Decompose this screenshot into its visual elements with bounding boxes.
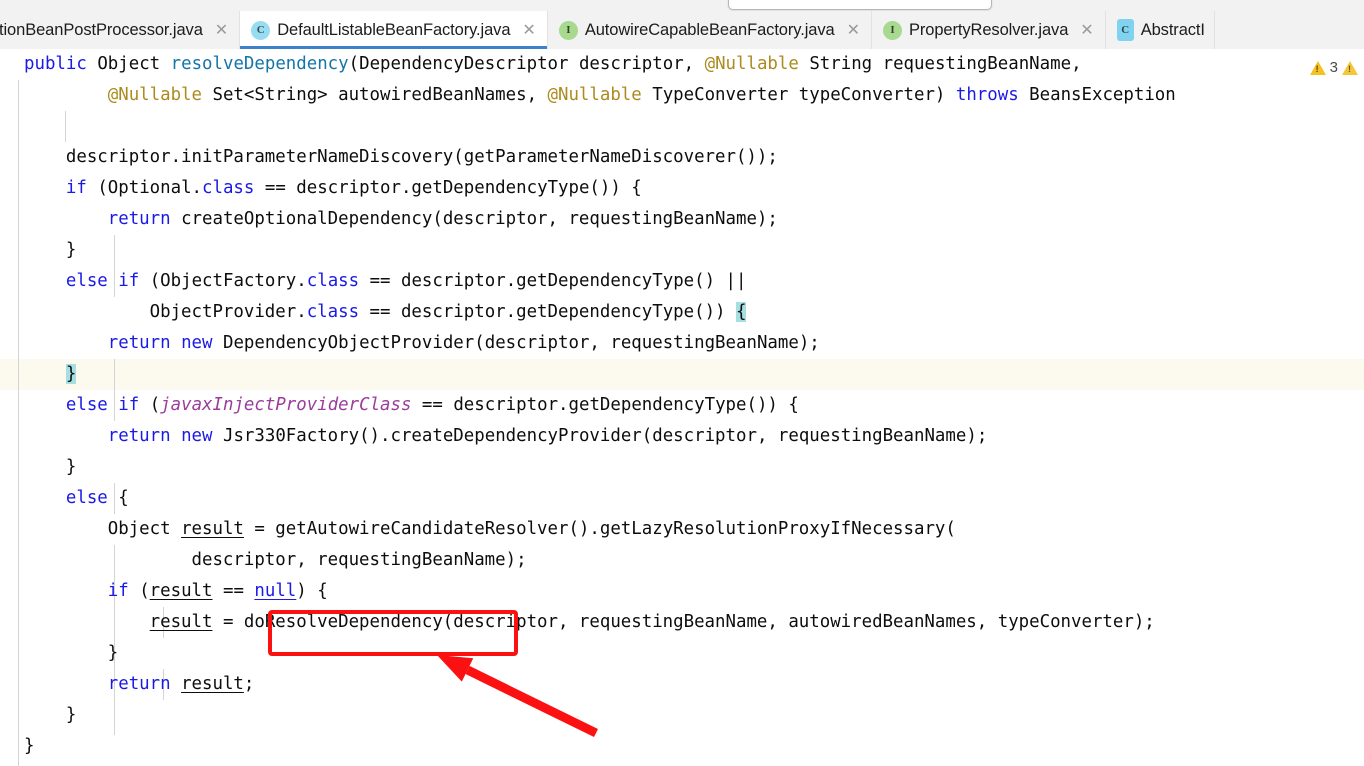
code-line[interactable]: ObjectProvider.class == descriptor.getDe… [24, 297, 747, 328]
code-line[interactable]: @Nullable Set<String> autowiredBeanNames… [24, 80, 1186, 111]
current-line-highlight [0, 359, 1364, 390]
warning-count: 3 [1329, 59, 1338, 76]
code-line[interactable]: } [24, 731, 34, 762]
code-line[interactable]: public Object resolveDependency(Dependen… [24, 49, 1082, 80]
editor-tab-label: tionBeanPostProcessor.java [0, 20, 203, 39]
interface-icon: I [882, 20, 902, 40]
code-line[interactable]: descriptor, requestingBeanName); [24, 545, 527, 576]
code-editor[interactable]: public Object resolveDependency(Dependen… [0, 49, 1364, 766]
editor-tab-3[interactable]: I PropertyResolver.java ✕ [872, 11, 1106, 49]
code-line[interactable]: } [24, 452, 76, 483]
code-line[interactable]: } [24, 700, 76, 731]
indent-guide [65, 111, 66, 142]
class-icon: C [251, 20, 271, 40]
editor-tab-4[interactable]: C AbstractI [1106, 11, 1215, 49]
code-line[interactable]: else if (ObjectFactory.class == descript… [24, 266, 747, 297]
editor-tab-2[interactable]: I AutowireCapableBeanFactory.java ✕ [548, 11, 872, 49]
inspection-widget[interactable]: 3 [1309, 59, 1358, 76]
class-icon: C [1116, 19, 1134, 41]
code-line[interactable]: else if (javaxInjectProviderClass == des… [24, 390, 799, 421]
code-line[interactable]: if (Optional.class == descriptor.getDepe… [24, 173, 642, 204]
code-line[interactable]: if (result == null) { [24, 576, 328, 607]
editor-tab-label: PropertyResolver.java [908, 20, 1069, 39]
tab-close-icon[interactable]: ✕ [213, 22, 230, 38]
editor-tab-label: AutowireCapableBeanFactory.java [584, 20, 835, 39]
editor-window: tionBeanPostProcessor.java ✕ C DefaultLista… [0, 0, 1364, 766]
editor-tab-1[interactable]: C DefaultListableBeanFactory.java ✕ [240, 11, 548, 49]
code-line[interactable]: } [24, 235, 76, 266]
warning-triangle-icon [1342, 60, 1358, 75]
code-line[interactable]: return result; [24, 669, 255, 700]
code-line[interactable]: Object result = getAutowireCandidateReso… [24, 514, 956, 545]
editor-tab-label: DefaultListableBeanFactory.java [277, 20, 511, 39]
code-line[interactable]: return new DependencyObjectProvider(desc… [24, 328, 820, 359]
tab-close-icon[interactable]: ✕ [1078, 22, 1095, 38]
indent-guide [18, 80, 19, 766]
warning-triangle-icon [1309, 60, 1326, 75]
code-line[interactable]: else { [24, 483, 129, 514]
code-line[interactable]: } [24, 359, 77, 390]
tab-close-icon[interactable]: ✕ [520, 22, 537, 38]
tab-close-icon[interactable]: ✕ [845, 22, 862, 38]
code-line[interactable]: return new Jsr330Factory().createDepende… [24, 421, 988, 452]
editor-tab-bar[interactable]: tionBeanPostProcessor.java ✕ C DefaultLista… [0, 11, 1364, 50]
toolbar-search-input[interactable] [728, 0, 992, 10]
code-line[interactable]: return createOptionalDependency(descript… [24, 204, 778, 235]
code-line[interactable]: descriptor.initParameterNameDiscovery(ge… [24, 142, 778, 173]
code-line[interactable]: } [24, 638, 118, 669]
code-line[interactable]: result = doResolveDependency(descriptor,… [24, 607, 1155, 638]
interface-icon: I [558, 20, 578, 40]
editor-tab-0[interactable]: tionBeanPostProcessor.java ✕ [0, 11, 241, 49]
editor-tab-label: AbstractI [1140, 20, 1205, 39]
